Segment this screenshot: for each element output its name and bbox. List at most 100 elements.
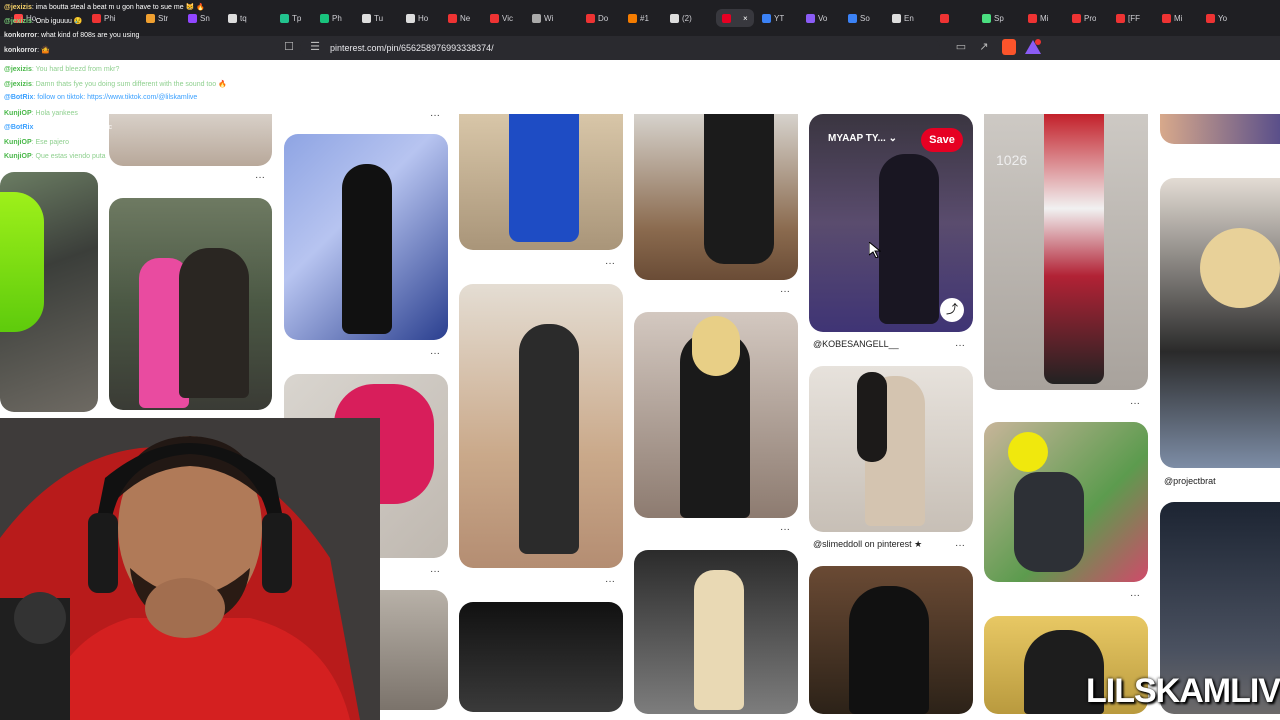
- browser-tab[interactable]: Sp: [982, 9, 1004, 27]
- tab-label: Do: [598, 13, 609, 23]
- board-name: MYAAP TY...: [828, 133, 886, 144]
- pin-card[interactable]: [459, 284, 623, 568]
- browser-tab[interactable]: Mi: [1028, 9, 1048, 27]
- tab-favicon-icon: [362, 13, 371, 23]
- pin-caption[interactable]: @projectbrat: [1164, 476, 1216, 486]
- chat-message: @jexizis: ima boutta steal a beat m u go…: [4, 3, 205, 11]
- browser-tab[interactable]: [FF: [1116, 9, 1140, 27]
- browser-tab[interactable]: YT: [762, 9, 784, 27]
- browser-tab[interactable]: Pro: [1072, 9, 1096, 27]
- site-info-icon[interactable]: ☰: [308, 40, 322, 54]
- browser-tab[interactable]: Ph: [320, 9, 342, 27]
- tab-label: Mi: [1040, 13, 1049, 23]
- browser-tab[interactable]: Ne: [448, 9, 470, 27]
- share-pin-icon[interactable]: ⤴: [940, 298, 964, 322]
- browser-tab[interactable]: Do: [586, 9, 608, 27]
- tab-favicon-icon: [848, 13, 857, 23]
- tab-favicon-icon: [406, 13, 415, 23]
- pin-menu-icon[interactable]: ···: [602, 577, 618, 587]
- tab-label: So: [860, 13, 870, 23]
- pin-menu-icon[interactable]: ···: [1127, 591, 1143, 601]
- browser-tab[interactable]: Mi: [1162, 9, 1182, 27]
- mouse-cursor-icon: [868, 240, 882, 263]
- browser-tab[interactable]: Tu: [362, 9, 383, 27]
- url-text: pinterest.com/pin/656258976993338374/: [330, 43, 494, 53]
- chat-username: konkorror: [4, 47, 38, 54]
- pin-card[interactable]: [109, 198, 272, 410]
- pin-caption[interactable]: @KOBESANGELL__: [813, 339, 899, 349]
- browser-tab[interactable]: [940, 9, 952, 27]
- pin-menu-icon[interactable]: ···: [252, 173, 268, 183]
- url-field[interactable]: pinterest.com/pin/656258976993338374/: [300, 39, 940, 57]
- chat-username: @BotRix: [4, 94, 34, 101]
- browser-tab[interactable]: #1: [628, 9, 649, 27]
- chat-username: KunjiOP: [4, 153, 32, 160]
- pin-card[interactable]: [809, 566, 973, 714]
- chat-message: @jexizis: You hard bleezd from mkr?: [4, 66, 119, 73]
- tab-label: Ph: [332, 13, 342, 23]
- board-selector[interactable]: MYAAP TY... ⌄: [828, 133, 897, 144]
- tab-favicon-icon: [1162, 13, 1171, 23]
- pin-menu-icon[interactable]: ···: [952, 541, 968, 551]
- pin-menu-icon[interactable]: ···: [952, 341, 968, 351]
- browser-tab[interactable]: ×: [716, 9, 754, 27]
- browser-tab[interactable]: (2): [670, 9, 692, 27]
- pin-card[interactable]: 1026: [984, 114, 1148, 390]
- tab-label: Vic: [502, 13, 513, 23]
- pin-card[interactable]: [284, 134, 448, 340]
- chat-message: konkorror: what kind of 808s are you usi…: [4, 32, 139, 39]
- chat-message: @BotRix: lilskamlive makes music: [4, 124, 112, 131]
- pin-figure: [509, 114, 579, 242]
- pin-menu-icon[interactable]: ···: [427, 111, 443, 121]
- tab-label: Vo: [818, 13, 828, 23]
- browser-tab[interactable]: En: [892, 9, 914, 27]
- chat-message: KunjiOP: Que estas viendo puta: [4, 153, 106, 160]
- chat-username: @jexizis: [4, 66, 32, 73]
- pin-overlay-text: 1026: [996, 152, 1028, 168]
- pin-card[interactable]: [1160, 114, 1280, 144]
- rewards-icon[interactable]: [1024, 39, 1042, 55]
- tab-label: Pro: [1084, 13, 1097, 23]
- pin-menu-icon[interactable]: ···: [1127, 399, 1143, 409]
- browser-tab[interactable]: So: [848, 9, 870, 27]
- browser-tab[interactable]: Wi: [532, 9, 553, 27]
- tab-label: (2): [682, 13, 692, 23]
- chat-username: @BotRix: [4, 124, 34, 131]
- pin-figure: [1044, 114, 1104, 384]
- chat-text: : Damn thats fye you doing sum different…: [31, 81, 227, 88]
- pin-caption[interactable]: @slimeddoll on pinterest ★: [813, 539, 922, 550]
- chat-overlay: @jexizis: ima boutta steal a beat m u go…: [0, 0, 300, 168]
- chat-message: KunjiOP: Hola yankees: [4, 110, 78, 117]
- pin-menu-icon[interactable]: ···: [777, 525, 793, 535]
- pin-card[interactable]: [1160, 178, 1280, 468]
- pin-menu-icon[interactable]: ···: [427, 349, 443, 359]
- chat-text: : Ese pajero: [31, 139, 69, 146]
- save-button[interactable]: Save: [921, 128, 963, 152]
- pin-card[interactable]: [634, 550, 798, 714]
- tab-favicon-icon: [532, 13, 541, 23]
- screen-cast-icon[interactable]: ▭: [954, 40, 968, 54]
- pin-figure: [857, 372, 887, 462]
- pin-card[interactable]: [634, 114, 798, 280]
- chat-username: konkorror: [4, 32, 38, 39]
- pin-card[interactable]: [634, 312, 798, 518]
- browser-tab[interactable]: Ho: [406, 9, 428, 27]
- chat-text: : follow on tiktok: https://www.tiktok.c…: [33, 94, 198, 101]
- pin-menu-icon[interactable]: ···: [602, 259, 618, 269]
- pin-card[interactable]: [459, 114, 623, 250]
- webcam-feed: [0, 418, 380, 720]
- pin-card[interactable]: [0, 172, 98, 412]
- close-icon[interactable]: ×: [743, 14, 748, 23]
- pin-menu-icon[interactable]: ···: [777, 287, 793, 297]
- browser-tab[interactable]: Yo: [1206, 9, 1227, 27]
- browser-tab[interactable]: Vo: [806, 9, 827, 27]
- browser-tab[interactable]: Vic: [490, 9, 513, 27]
- pin-menu-icon[interactable]: ···: [427, 567, 443, 577]
- brave-shield-icon[interactable]: [1002, 39, 1016, 55]
- pin-card[interactable]: [459, 602, 623, 712]
- pin-card[interactable]: [984, 422, 1148, 582]
- share-icon[interactable]: ↗: [977, 40, 991, 54]
- chat-text: : Que estas viendo puta: [31, 153, 106, 160]
- pin-figure: [1014, 472, 1084, 572]
- pin-card[interactable]: [809, 366, 973, 532]
